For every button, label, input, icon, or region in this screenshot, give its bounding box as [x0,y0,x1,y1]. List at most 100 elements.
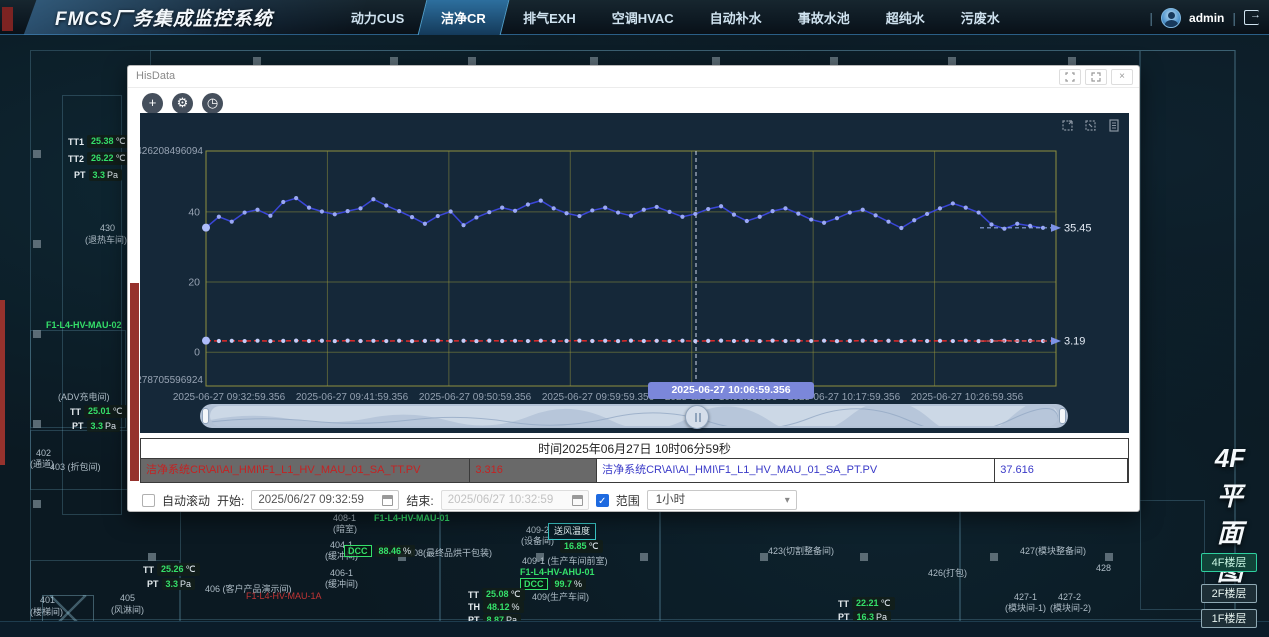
wall-node [33,500,41,508]
autoscroll-checkbox[interactable] [142,494,155,507]
calendar-icon[interactable] [382,495,393,506]
data-point [667,339,671,343]
scrollbar-handle-left[interactable] [202,408,209,424]
reset-zoom-icon[interactable] [1061,118,1075,132]
data-point [951,201,955,205]
floor-button-1f[interactable]: 1F楼层 [1201,609,1257,628]
start-time-input[interactable] [252,491,376,509]
sensor-readout: TT25.01℃ [70,405,127,418]
restore-icon[interactable] [1059,69,1081,85]
room-label: (缓冲间) [325,579,358,590]
sensor-unit: ℃ [186,564,196,574]
sensor-value: 25.38℃ [87,135,130,148]
sensor-unit: Pa [107,170,118,180]
end-time-field [441,490,589,510]
data-point [243,339,247,343]
trend-chart[interactable]: 40200342620849609462787055969242025-06-2… [140,113,1129,433]
data-point [616,210,620,214]
x-tick-label: 2025-06-27 09:32:59.356 [173,392,286,403]
value1-cell[interactable]: 3.316 [470,459,597,482]
nav-tab-accident-pool[interactable]: 事故水池 [780,0,868,35]
data-point [951,339,955,343]
tag2-cell[interactable]: 洁净系统CR\AI\AI_HMI\F1_L1_HV_MAU_01_SA_PT.P… [597,459,995,482]
export-icon[interactable] [1107,118,1121,132]
scrollbar-thumb[interactable] [685,405,709,429]
floor-button-4f[interactable]: 4F楼层 [1201,553,1257,572]
range-select[interactable]: 1小时 ▾ [647,490,797,510]
overview-scrollbar[interactable] [200,404,1068,428]
sensor-readout: DCC99.7% [520,578,586,590]
close-icon[interactable]: × [1111,69,1133,85]
sensor-readout: PT3.3Pa [147,578,195,590]
nav-tab-auto-water[interactable]: 自动补水 [692,0,780,35]
data-point [977,210,981,214]
data-point [886,339,890,343]
scrollbar-handle-right[interactable] [1059,408,1066,424]
data-point [513,209,517,213]
range-select-value: 1小时 [656,494,685,506]
data-point [783,339,787,343]
equipment-tag: F1-L4-HV-MAU-02 [46,320,122,331]
time-range-button[interactable]: ◷ [202,93,223,114]
box-select-icon[interactable] [1084,118,1098,132]
data-point [500,339,504,343]
tag1-cell[interactable]: 洁净系统CR\AI\AI_HMI\F1_L1_HV_MAU_01_SA_TT.P… [141,459,470,482]
wall-node [33,330,41,338]
time-cursor-badge[interactable]: 2025-06-27 10:06:59.356 [648,382,814,399]
sensor-readout: DCC88.46% [344,545,415,557]
data-point [230,220,234,224]
sensor-value: 26.22℃ [87,152,130,165]
current-value-label: 3.19 [1064,336,1085,348]
y-min-label: 6278705596924 [140,375,203,386]
data-point [809,339,813,343]
range-checkbox[interactable]: ✓ [596,494,609,507]
data-point [217,215,221,219]
data-point [925,212,929,216]
sensor-label: TH [468,602,480,612]
calendar-icon[interactable] [572,495,583,506]
data-point [835,339,839,343]
add-curve-button[interactable]: + [142,93,163,114]
data-point [912,218,916,222]
data-point [796,212,800,216]
room-label: (暗室) [333,524,357,535]
fullscreen-icon[interactable] [1085,69,1107,85]
user-avatar[interactable] [1161,8,1181,28]
x-tick-label: 2025-06-27 09:59:59.356 [542,392,655,403]
chart-canvas[interactable]: 40200342620849609462787055969242025-06-2… [140,113,1129,433]
data-point [848,210,852,214]
data-point [899,339,903,343]
value2-cell[interactable]: 37.616 [995,459,1128,482]
data-point [384,203,388,207]
sensor-unit: ℃ [113,406,123,416]
data-point [294,339,298,343]
dialog-toolbar: + ⚙ ◷ [142,93,223,114]
data-point [371,197,375,201]
nav-tab-upw[interactable]: 超纯水 [868,0,943,35]
nav-tab-exhaust[interactable]: 排气EXH [505,0,594,35]
logout-icon[interactable] [1244,10,1259,25]
data-point [526,202,530,206]
nav-tab-power-cus[interactable]: 动力CUS [333,0,422,35]
floor-button-2f[interactable]: 2F楼层 [1201,584,1257,603]
dialog-titlebar[interactable]: HisData × [128,66,1139,88]
room-label: 423(切割整备间) [768,546,834,557]
wall-node [148,553,156,561]
nav-tab-wastewater[interactable]: 污废水 [943,0,1018,35]
screen: FMCS厂务集成监控系统 动力CUS 洁净CR 排气EXH 空调HVAC 自动补… [0,0,1269,637]
user-area: | admin | [1149,0,1259,35]
app-title: FMCS厂务集成监控系统 [55,4,273,31]
settings-button[interactable]: ⚙ [172,93,193,114]
nav-tab-clean-cr[interactable]: 洁净CR [418,0,510,35]
data-point [410,339,414,343]
nav-tab-hvac[interactable]: 空调HVAC [594,0,692,35]
room-label: (风淋间) [111,605,144,616]
data-point [371,339,375,343]
bottom-strip [0,621,1269,637]
data-point [732,213,736,217]
end-time-input[interactable] [442,491,566,509]
sensor-unit: ℃ [589,541,599,551]
sensor-readout: TT25.08℃ [468,588,525,601]
table-time-header: 时间2025年06月27日 10时06分59秒 [141,439,1128,459]
data-point [552,339,556,343]
